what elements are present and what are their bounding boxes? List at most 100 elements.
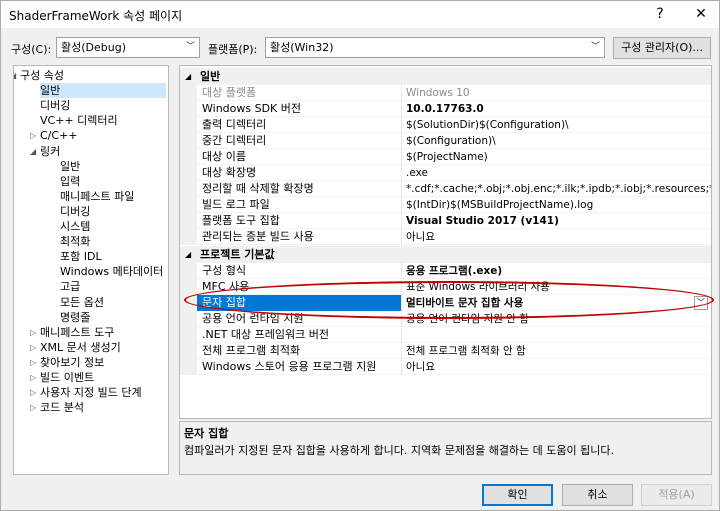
collapsed-twisty-icon[interactable]: ▷ [30, 325, 36, 340]
tree-item[interactable]: 모든 옵션 [60, 295, 104, 310]
category-general[interactable]: ◢ 일반 [180, 68, 711, 85]
tree-item[interactable]: 명령줄 [60, 310, 90, 325]
property-row[interactable]: 관리되는 증분 빌드 사용 아니요 [180, 229, 711, 245]
column-divider [401, 149, 402, 165]
property-row[interactable]: 구성 형식 응용 프로그램(.exe) [180, 263, 711, 279]
apply-button[interactable]: 적용(A) [641, 484, 712, 506]
property-value[interactable]: $(ProjectName) [406, 149, 711, 165]
collapse-icon[interactable]: ◢ [185, 68, 191, 85]
configuration-manager-button[interactable]: 구성 관리자(O)... [613, 37, 711, 59]
tree-item[interactable]: 구성 속성 [20, 68, 64, 83]
tree-item[interactable]: 매니페스트 도구 [40, 325, 114, 340]
collapsed-twisty-icon[interactable]: ▷ [30, 400, 36, 415]
column-divider [401, 213, 402, 229]
row-gutter [180, 343, 197, 359]
column-divider [401, 165, 402, 181]
tree-item[interactable]: VC++ 디렉터리 [40, 113, 118, 128]
tree-item[interactable]: XML 문서 생성기 [40, 340, 121, 355]
property-row[interactable]: .NET 대상 프레임워크 버전 [180, 327, 711, 343]
help-button[interactable]: ? [646, 3, 674, 25]
tree-item[interactable]: 디버깅 [40, 98, 70, 113]
property-value[interactable]: Windows 10 [406, 85, 711, 101]
property-value[interactable]: $(SolutionDir)$(Configuration)\ [406, 117, 711, 133]
configuration-value: 활성(Debug) [61, 41, 126, 54]
description-title: 문자 집합 [184, 427, 229, 440]
collapsed-twisty-icon[interactable]: ▷ [30, 385, 36, 400]
property-value[interactable]: *.cdf;*.cache;*.obj;*.obj.enc;*.ilk;*.ip… [406, 181, 711, 197]
expanded-twisty-icon[interactable]: ◢ [14, 68, 16, 83]
tree-item[interactable]: 사용자 지정 빌드 단계 [40, 385, 142, 400]
property-name: 빌드 로그 파일 [202, 198, 270, 211]
collapsed-twisty-icon[interactable]: ▷ [30, 340, 36, 355]
property-name: 전체 프로그램 최적화 [202, 344, 301, 357]
row-gutter [180, 181, 197, 197]
column-divider [401, 359, 402, 375]
tree-item[interactable]: 매니페스트 파일 [60, 189, 134, 204]
tree-item[interactable]: C/C++ [40, 128, 78, 143]
tree-item[interactable]: 시스템 [60, 219, 90, 234]
collapsed-twisty-icon[interactable]: ▷ [30, 355, 36, 370]
column-divider [401, 101, 402, 117]
collapse-icon[interactable]: ◢ [185, 246, 191, 263]
tree-item[interactable]: 일반 [40, 83, 166, 99]
tree-item[interactable]: 디버깅 [60, 204, 90, 219]
property-grid[interactable]: ◢ 일반 대상 플랫폼 Windows 10 Windows SDK 버전 10.0.… [179, 65, 712, 419]
property-row[interactable]: 출력 디렉터리 $(SolutionDir)$(Configuration)\ [180, 117, 711, 133]
property-row[interactable]: 대상 플랫폼 Windows 10 [180, 85, 711, 101]
property-name: 중간 디렉터리 [202, 134, 267, 147]
platform-value: 활성(Win32) [270, 41, 334, 54]
title-bar: ShaderFrameWork 속성 페이지 ? ✕ [1, 1, 719, 28]
property-value[interactable]: $(Configuration)\ [406, 133, 711, 149]
tree-item[interactable]: 포함 IDL [60, 249, 102, 264]
column-divider [401, 117, 402, 133]
property-value[interactable]: 10.0.17763.0 [406, 101, 711, 117]
row-gutter [180, 101, 197, 117]
category-project-defaults[interactable]: ◢ 프로젝트 기본값 [180, 246, 711, 263]
property-row[interactable]: 빌드 로그 파일 $(IntDir)$(MSBuildProjectName).l… [180, 197, 711, 213]
cancel-button[interactable]: 취소 [562, 484, 633, 506]
collapsed-twisty-icon[interactable]: ▷ [30, 370, 36, 385]
platform-label: 플랫폼(P): [208, 43, 258, 56]
category-label: 일반 [200, 70, 221, 83]
close-button[interactable]: ✕ [687, 3, 715, 25]
property-tree[interactable]: ◢구성 속성일반디버깅VC++ 디렉터리▷C/C++◢링커일반입력매니페스트 파… [13, 65, 169, 475]
property-value[interactable]: Visual Studio 2017 (v141) [406, 213, 711, 229]
tree-item[interactable]: 빌드 이벤트 [40, 370, 94, 385]
red-annotation-ellipse [184, 281, 714, 319]
property-value[interactable]: $(IntDir)$(MSBuildProjectName).log [406, 197, 711, 213]
tree-item[interactable]: 최적화 [60, 234, 90, 249]
column-divider [401, 229, 402, 245]
property-value[interactable]: 아니요 [406, 359, 711, 375]
tree-item[interactable]: 일반 [60, 159, 80, 174]
tree-item[interactable]: 링커 [40, 144, 60, 159]
platform-combo[interactable]: 활성(Win32) ﹀ [265, 37, 605, 58]
property-value[interactable]: .exe [406, 165, 711, 181]
property-row[interactable]: 전체 프로그램 최적화 전체 프로그램 최적화 안 함 [180, 343, 711, 359]
collapsed-twisty-icon[interactable]: ▷ [30, 128, 36, 143]
row-gutter [180, 85, 197, 101]
expanded-twisty-icon[interactable]: ◢ [30, 144, 36, 159]
property-row[interactable]: 정리할 때 삭제할 확장명 *.cdf;*.cache;*.obj;*.obj.e… [180, 181, 711, 197]
property-row[interactable]: Windows SDK 버전 10.0.17763.0 [180, 101, 711, 117]
chevron-down-icon: ﹀ [185, 42, 195, 52]
property-row[interactable]: 플랫폼 도구 집합 Visual Studio 2017 (v141) [180, 213, 711, 229]
chevron-down-icon: ﹀ [590, 42, 600, 52]
row-gutter [180, 311, 197, 327]
property-value[interactable]: 아니요 [406, 229, 711, 245]
property-row[interactable]: Windows 스토어 응용 프로그램 지원 아니요 [180, 359, 711, 375]
property-row[interactable]: 중간 디렉터리 $(Configuration)\ [180, 133, 711, 149]
tree-item[interactable]: 코드 분석 [40, 400, 84, 415]
row-gutter [180, 213, 197, 229]
tree-item[interactable]: 고급 [60, 279, 80, 294]
property-row[interactable]: 대상 이름 $(ProjectName) [180, 149, 711, 165]
property-row[interactable]: 대상 확장명 .exe [180, 165, 711, 181]
property-value[interactable]: 응용 프로그램(.exe) [406, 263, 711, 279]
row-gutter [180, 229, 197, 245]
property-value[interactable]: 전체 프로그램 최적화 안 함 [406, 343, 711, 359]
tree-item[interactable]: Windows 메타데이터 [60, 264, 163, 279]
tree-item[interactable]: 찾아보기 정보 [40, 355, 104, 370]
configuration-combo[interactable]: 활성(Debug) ﹀ [56, 37, 200, 58]
ok-button[interactable]: 확인 [482, 484, 553, 506]
window-title: ShaderFrameWork 속성 페이지 [9, 9, 183, 23]
tree-item[interactable]: 입력 [60, 174, 80, 189]
